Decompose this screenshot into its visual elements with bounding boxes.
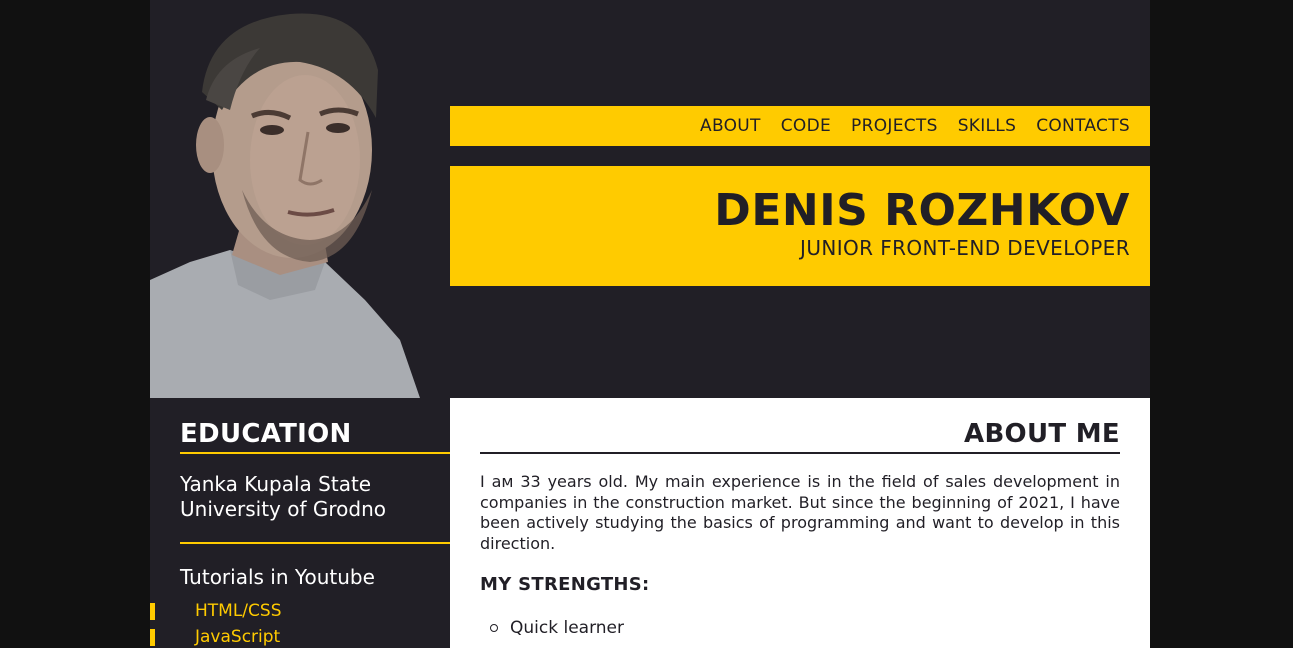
tutorial-label: JavaScript [195, 627, 281, 647]
profile-photo [150, 0, 450, 398]
nav-link-code[interactable]: CODE [781, 116, 831, 136]
strengths-heading: MY STRENGTHS: [480, 574, 650, 595]
strengths-list: Quick learner [480, 616, 624, 640]
nav-link-about[interactable]: ABOUT [700, 116, 761, 136]
university-name: Yanka Kupala State University of Grodno [180, 472, 387, 521]
nav-link-contacts[interactable]: CONTACTS [1036, 116, 1130, 136]
education-divider [180, 542, 450, 544]
about-heading: ABOUT ME [480, 418, 1120, 454]
education-heading: EDUCATION [180, 418, 450, 454]
person-name: DENIS ROZHKOV [714, 185, 1130, 236]
tutorials-list: HTML/CSS JavaScript [150, 598, 450, 648]
tutorial-marker [150, 603, 155, 620]
sidebar: EDUCATION Yanka Kupala State University … [150, 398, 450, 648]
tutorial-marker [150, 629, 155, 646]
about-section: ABOUT ME I aм 33 years old. My main expe… [450, 398, 1150, 648]
about-text: I aм 33 years old. My main experience is… [480, 472, 1120, 553]
nav-link-skills[interactable]: SKILLS [958, 116, 1017, 136]
tutorial-label: HTML/CSS [195, 601, 282, 621]
tutorial-link-javascript[interactable]: JavaScript [150, 624, 450, 648]
tutorial-link-html-css[interactable]: HTML/CSS [150, 598, 450, 624]
top-nav: ABOUT CODE PROJECTS SKILLS CONTACTS [450, 106, 1150, 146]
tutorials-heading: Tutorials in Youtube [180, 565, 375, 589]
nav-link-projects[interactable]: PROJECTS [851, 116, 938, 136]
person-role: JUNIOR FRONT-END DEVELOPER [800, 236, 1130, 260]
list-item: Quick learner [480, 616, 624, 640]
resume-page: ABOUT CODE PROJECTS SKILLS CONTACTS DENI… [150, 0, 1150, 648]
name-banner: DENIS ROZHKOV JUNIOR FRONT-END DEVELOPER [450, 166, 1150, 286]
